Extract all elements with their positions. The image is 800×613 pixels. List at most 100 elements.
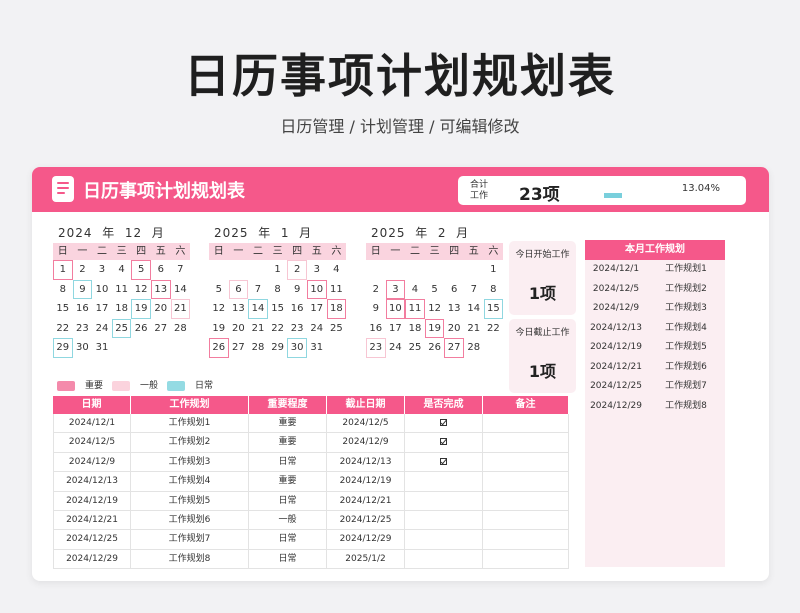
calendar-day[interactable]: 24 [307, 319, 327, 339]
cell-note[interactable] [483, 491, 569, 510]
calendar-day[interactable]: 8 [268, 280, 288, 300]
checkmark-icon[interactable] [440, 419, 447, 426]
cell-done[interactable] [405, 491, 483, 510]
calendar-day[interactable]: 27 [444, 338, 464, 358]
calendar-day[interactable]: 4 [112, 260, 132, 280]
calendar-day[interactable]: 29 [268, 338, 288, 358]
calendar-day[interactable]: 5 [425, 280, 445, 300]
calendar-day[interactable]: 29 [53, 338, 73, 358]
calendar-day[interactable]: 15 [53, 299, 73, 319]
calendar-day[interactable]: 30 [287, 338, 307, 358]
calendar-day[interactable]: 3 [92, 260, 112, 280]
cell-note[interactable] [483, 414, 569, 433]
calendar-day[interactable]: 4 [327, 260, 347, 280]
calendar-day[interactable]: 23 [73, 319, 93, 339]
calendar-day[interactable]: 6 [151, 260, 171, 280]
calendar-day[interactable]: 20 [229, 319, 249, 339]
cell-done[interactable] [405, 414, 483, 433]
calendar-day[interactable]: 13 [444, 299, 464, 319]
calendar-day[interactable]: 20 [151, 299, 171, 319]
calendar-day[interactable]: 7 [248, 280, 268, 300]
calendar-day[interactable]: 4 [405, 280, 425, 300]
cell-done[interactable] [405, 549, 483, 569]
calendar-day[interactable]: 22 [53, 319, 73, 339]
calendar-day[interactable]: 5 [131, 260, 151, 280]
calendar-day[interactable]: 9 [366, 299, 386, 319]
calendar-day[interactable]: 27 [151, 319, 171, 339]
calendar-day[interactable]: 28 [248, 338, 268, 358]
calendar-day[interactable]: 24 [386, 338, 406, 358]
calendar-day[interactable]: 26 [131, 319, 151, 339]
cell-note[interactable] [483, 549, 569, 569]
calendar-day[interactable]: 19 [424, 318, 445, 338]
calendar-day[interactable]: 17 [92, 299, 112, 319]
calendar-day[interactable]: 23 [366, 338, 386, 358]
calendar-day[interactable]: 9 [287, 280, 307, 300]
calendar-day[interactable]: 25 [405, 338, 425, 358]
calendar-day[interactable]: 20 [444, 319, 464, 339]
calendar-day[interactable]: 16 [73, 299, 93, 319]
calendar-day[interactable]: 13 [150, 279, 171, 299]
calendar-day[interactable]: 18 [112, 299, 132, 319]
calendar-day[interactable]: 3 [385, 279, 406, 299]
calendar-day[interactable]: 18 [326, 299, 347, 319]
calendar-day[interactable]: 12 [425, 299, 445, 319]
calendar-day[interactable]: 15 [483, 299, 504, 319]
checkmark-icon[interactable] [440, 457, 447, 465]
cell-note[interactable] [483, 472, 569, 491]
calendar-day[interactable]: 28 [171, 319, 191, 339]
calendar-day[interactable]: 25 [111, 318, 132, 338]
cell-done[interactable] [405, 433, 483, 452]
calendar-day[interactable]: 17 [386, 319, 406, 339]
calendar-day[interactable]: 7 [171, 260, 191, 280]
calendar-day[interactable]: 19 [131, 299, 151, 319]
cell-note[interactable] [483, 452, 569, 472]
calendar-day[interactable]: 6 [444, 280, 464, 300]
calendar-day[interactable]: 12 [131, 280, 151, 300]
calendar-day[interactable]: 11 [112, 280, 132, 300]
calendar-day[interactable]: 23 [287, 319, 307, 339]
calendar-day[interactable]: 9 [72, 279, 93, 299]
calendar-day[interactable]: 21 [464, 319, 484, 339]
calendar-day[interactable]: 10 [385, 299, 406, 319]
calendar-day[interactable]: 1 [53, 260, 73, 280]
calendar-day[interactable]: 21 [170, 299, 191, 319]
calendar-day[interactable]: 1 [268, 260, 288, 280]
calendar-day[interactable]: 3 [307, 260, 327, 280]
calendar-day[interactable]: 21 [248, 319, 268, 339]
calendar-day[interactable]: 12 [209, 299, 229, 319]
calendar-day[interactable]: 31 [307, 338, 327, 358]
calendar-day[interactable]: 27 [229, 338, 249, 358]
calendar-day[interactable]: 11 [405, 299, 425, 319]
calendar-day[interactable]: 22 [268, 319, 288, 339]
calendar-day[interactable]: 17 [307, 299, 327, 319]
cell-done[interactable] [405, 530, 483, 549]
calendar-day[interactable]: 5 [209, 280, 229, 300]
cell-done[interactable] [405, 472, 483, 491]
calendar-day[interactable]: 10 [306, 279, 327, 299]
checkmark-icon[interactable] [440, 438, 447, 446]
calendar-day[interactable]: 2 [366, 280, 386, 300]
calendar-day[interactable]: 18 [405, 319, 425, 339]
calendar-day[interactable]: 8 [53, 280, 73, 300]
calendar-day[interactable]: 28 [464, 338, 484, 358]
calendar-day[interactable]: 14 [248, 299, 268, 319]
calendar-day[interactable]: 30 [73, 338, 93, 358]
calendar-day[interactable]: 10 [92, 280, 112, 300]
calendar-day[interactable]: 2 [73, 260, 93, 280]
cell-note[interactable] [483, 433, 569, 452]
cell-note[interactable] [483, 510, 569, 530]
calendar-day[interactable]: 6 [228, 279, 249, 299]
calendar-day[interactable]: 8 [484, 280, 504, 300]
calendar-day[interactable]: 25 [327, 319, 347, 339]
calendar-day[interactable]: 2 [287, 260, 307, 280]
calendar-day[interactable]: 31 [92, 338, 112, 358]
calendar-day[interactable]: 16 [366, 319, 386, 339]
calendar-day[interactable]: 14 [171, 280, 191, 300]
calendar-day[interactable]: 14 [464, 299, 484, 319]
calendar-day[interactable]: 26 [425, 338, 445, 358]
calendar-day[interactable]: 1 [484, 260, 504, 280]
calendar-day[interactable]: 13 [229, 299, 249, 319]
calendar-day[interactable]: 11 [327, 280, 347, 300]
cell-done[interactable] [405, 510, 483, 530]
